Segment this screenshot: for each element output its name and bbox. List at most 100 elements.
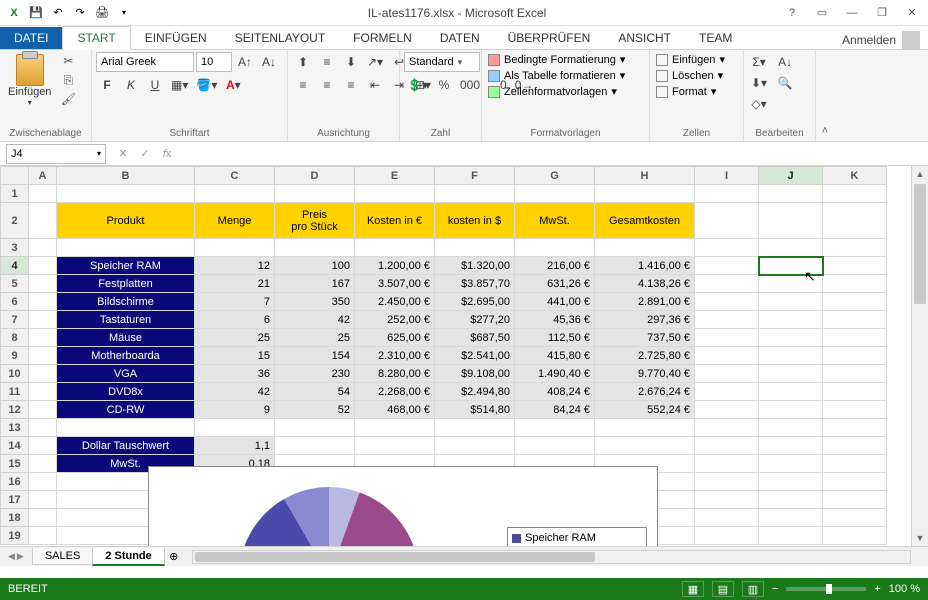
cell-qty[interactable]: 36 <box>195 365 275 383</box>
cell[interactable] <box>695 527 759 545</box>
cell-cost-eur[interactable]: 8.280,00 € <box>355 365 435 383</box>
cell-J8[interactable] <box>759 329 823 347</box>
cell[interactable] <box>695 401 759 419</box>
row-head-4[interactable]: 4 <box>1 257 29 275</box>
cell[interactable] <box>275 437 355 455</box>
cell-J9[interactable] <box>759 347 823 365</box>
cell-cost-usd[interactable]: $3.857,70 <box>435 275 515 293</box>
hscroll-thumb[interactable] <box>195 552 595 562</box>
select-all[interactable] <box>1 167 29 185</box>
find-select-icon[interactable]: 🔍 <box>774 73 796 93</box>
cell[interactable] <box>823 509 887 527</box>
cell[interactable] <box>195 185 275 203</box>
cell[interactable] <box>29 257 57 275</box>
cell[interactable] <box>29 527 57 545</box>
col-head-K[interactable]: K <box>823 167 887 185</box>
sort-filter-icon[interactable]: A↓ <box>774 52 796 72</box>
border-icon[interactable]: ▦▾ <box>168 75 191 95</box>
cell[interactable] <box>29 365 57 383</box>
row-head-13[interactable]: 13 <box>1 419 29 437</box>
file-tab[interactable]: DATEI <box>0 27 62 49</box>
cell[interactable] <box>595 239 695 257</box>
cell[interactable] <box>695 293 759 311</box>
col-head-C[interactable]: C <box>195 167 275 185</box>
cell-cost-usd[interactable]: $2.695,00 <box>435 293 515 311</box>
fill-icon[interactable]: ⬇▾ <box>748 73 770 93</box>
cell[interactable] <box>29 329 57 347</box>
tab-einfuegen[interactable]: EINFÜGEN <box>131 27 221 49</box>
cell[interactable] <box>759 185 823 203</box>
row-head-19[interactable]: 19 <box>1 527 29 545</box>
cell-J10[interactable] <box>759 365 823 383</box>
cell[interactable] <box>695 365 759 383</box>
underline-button[interactable]: U <box>144 75 166 95</box>
align-center-icon[interactable]: ≡ <box>316 75 338 95</box>
row-head-5[interactable]: 5 <box>1 275 29 293</box>
font-name-input[interactable] <box>96 52 194 72</box>
header-preis[interactable]: Preispro Stück <box>275 203 355 239</box>
cell[interactable] <box>823 383 887 401</box>
align-middle-icon[interactable]: ≡ <box>316 52 338 72</box>
normal-view-icon[interactable]: ▦ <box>682 581 704 597</box>
cell[interactable] <box>823 419 887 437</box>
cell[interactable] <box>823 455 887 473</box>
col-head-J[interactable]: J <box>759 167 823 185</box>
cell-price[interactable]: 350 <box>275 293 355 311</box>
cell-cost-usd[interactable]: $1.320,00 <box>435 257 515 275</box>
cell-tax[interactable]: 84,24 € <box>515 401 595 419</box>
cell-tax[interactable]: 1.490,40 € <box>515 365 595 383</box>
cell[interactable] <box>823 329 887 347</box>
cell[interactable] <box>595 419 695 437</box>
cell[interactable] <box>695 383 759 401</box>
add-sheet-icon[interactable]: ⊕ <box>164 548 184 566</box>
cell-product[interactable]: Festplatten <box>57 275 195 293</box>
cell[interactable] <box>515 419 595 437</box>
cell-cost-usd[interactable]: $514,80 <box>435 401 515 419</box>
cell-J12[interactable] <box>759 401 823 419</box>
cell[interactable] <box>695 239 759 257</box>
cell[interactable] <box>759 203 823 239</box>
cell[interactable] <box>759 239 823 257</box>
col-head-A[interactable]: A <box>29 167 57 185</box>
cell-tax[interactable]: 216,00 € <box>515 257 595 275</box>
cell[interactable] <box>759 491 823 509</box>
cell[interactable] <box>759 419 823 437</box>
cell[interactable] <box>29 401 57 419</box>
cell[interactable] <box>823 203 887 239</box>
cell[interactable] <box>29 491 57 509</box>
header-produkt[interactable]: Produkt <box>57 203 195 239</box>
cell-qty[interactable]: 9 <box>195 401 275 419</box>
tab-daten[interactable]: DATEN <box>426 27 494 49</box>
tab-start[interactable]: START <box>62 26 130 50</box>
col-head-D[interactable]: D <box>275 167 355 185</box>
cell-product[interactable]: Tastaturen <box>57 311 195 329</box>
row-head-11[interactable]: 11 <box>1 383 29 401</box>
cell-cost-eur[interactable]: 2.450,00 € <box>355 293 435 311</box>
cell-total[interactable]: 9.770,40 € <box>595 365 695 383</box>
cell-total[interactable]: 552,24 € <box>595 401 695 419</box>
cell[interactable] <box>759 473 823 491</box>
cell[interactable] <box>29 419 57 437</box>
cell[interactable] <box>823 401 887 419</box>
insert-button[interactable]: Einfügen ▾ <box>654 52 727 67</box>
cell-product[interactable]: CD-RW <box>57 401 195 419</box>
cell-tax[interactable]: 408,24 € <box>515 383 595 401</box>
cell-J11[interactable] <box>759 383 823 401</box>
embedded-chart[interactable]: Speicher RAM <box>148 466 658 546</box>
cell[interactable] <box>695 203 759 239</box>
minimize-icon[interactable]: — <box>840 4 864 22</box>
print-preview-icon[interactable]: 🖨 <box>92 3 112 23</box>
row-head-6[interactable]: 6 <box>1 293 29 311</box>
excel-icon[interactable]: X <box>4 3 24 23</box>
cell-cost-usd[interactable]: $2.494,80 <box>435 383 515 401</box>
row-head-10[interactable]: 10 <box>1 365 29 383</box>
cell[interactable] <box>355 437 435 455</box>
row-head-12[interactable]: 12 <box>1 401 29 419</box>
header-gesamt[interactable]: Gesamtkosten <box>595 203 695 239</box>
cell[interactable] <box>29 239 57 257</box>
tab-seitenlayout[interactable]: SEITENLAYOUT <box>221 27 339 49</box>
cell[interactable] <box>29 203 57 239</box>
save-icon[interactable]: 💾 <box>26 3 46 23</box>
cell-product[interactable]: Speicher RAM <box>57 257 195 275</box>
dec-indent-icon[interactable]: ⇤ <box>364 75 386 95</box>
